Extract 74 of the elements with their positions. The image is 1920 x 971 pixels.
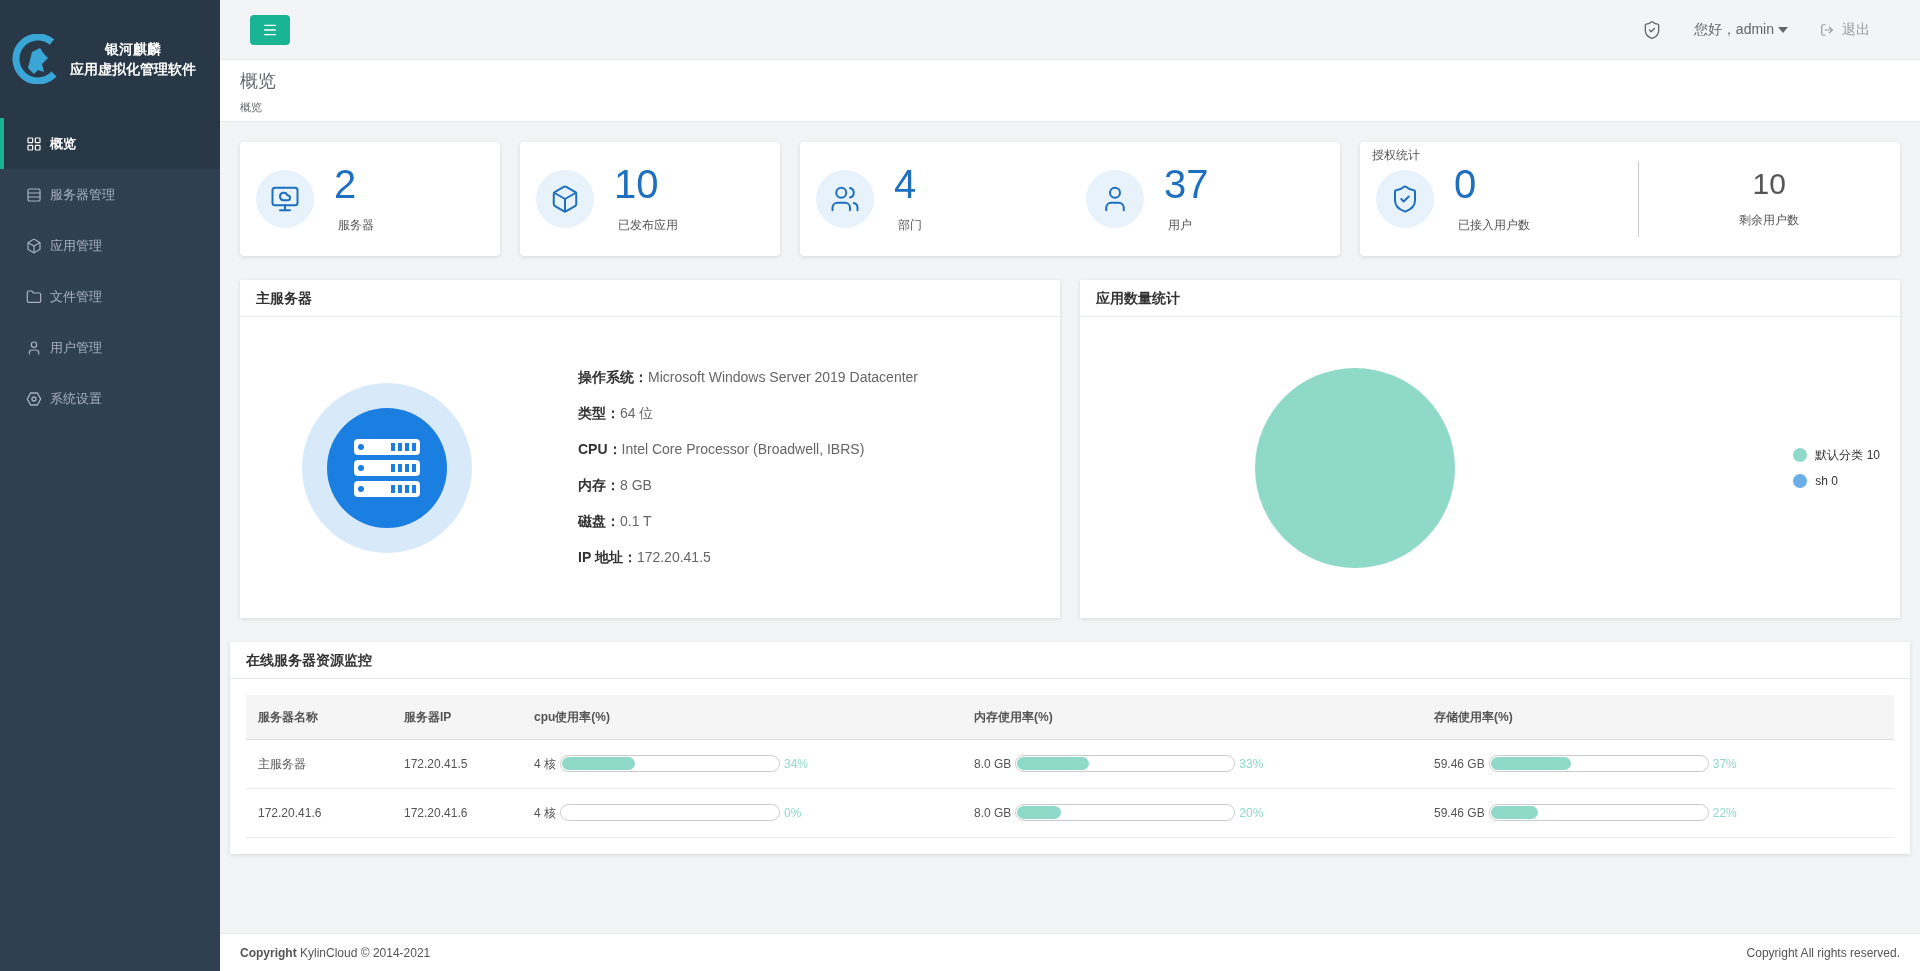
usage-amount: 4 核 bbox=[534, 755, 556, 773]
settings-icon bbox=[26, 390, 42, 407]
stat-label: 部门 bbox=[897, 217, 922, 234]
field-label: 类型： bbox=[578, 404, 620, 423]
sidebar-item[interactable]: 服务器管理 bbox=[0, 169, 220, 220]
stat-value: 2 bbox=[334, 164, 358, 204]
grid-icon bbox=[26, 135, 42, 152]
panel-title: 主服务器 bbox=[240, 280, 1060, 317]
stat-label: 剩余用户数 bbox=[1739, 212, 1800, 229]
column-header: 存储使用率(%) bbox=[1434, 709, 1513, 724]
field-label: IP 地址： bbox=[578, 548, 637, 567]
usage-amount: 4 核 bbox=[534, 804, 556, 822]
panel-title: 在线服务器资源监控 bbox=[230, 642, 1910, 679]
field-value: 172.20.41.5 bbox=[636, 548, 711, 567]
panel-title: 应用数量统计 bbox=[1080, 280, 1900, 317]
card-title: 授权统计 bbox=[1372, 147, 1420, 164]
sidebar-item[interactable]: 文件管理 bbox=[0, 271, 220, 322]
legend-label: sh 0 bbox=[1815, 472, 1838, 490]
field-value: Microsoft Windows Server 2019 Datacenter bbox=[648, 368, 918, 387]
table-cell: 主服务器 bbox=[258, 756, 306, 771]
server-list-icon bbox=[26, 186, 42, 203]
stat-value: 4 bbox=[894, 164, 918, 204]
stat-value: 10 bbox=[614, 164, 660, 204]
brand-subtitle: 应用虚拟化管理软件 bbox=[70, 60, 196, 79]
legend-label: 默认分类 10 bbox=[1815, 446, 1880, 464]
column-header: 服务器IP bbox=[404, 709, 452, 724]
rights-text: Copyright All rights reserved. bbox=[1746, 944, 1900, 962]
field-label: 磁盘： bbox=[578, 512, 620, 531]
stat-value: 0 bbox=[1454, 164, 1478, 204]
user-menu[interactable]: 您好，admin bbox=[1693, 19, 1788, 40]
sidebar-item[interactable]: 系统设置 bbox=[0, 373, 220, 424]
usage-percent: 0% bbox=[784, 804, 802, 822]
usage-amount: 8.0 GB bbox=[974, 804, 1012, 822]
field-label: 操作系统： bbox=[578, 368, 648, 387]
usage-percent: 22% bbox=[1712, 804, 1737, 822]
table-cell: 172.20.41.6 bbox=[404, 805, 468, 820]
table-cell: 172.20.41.5 bbox=[404, 756, 468, 771]
usage-amount: 8.0 GB bbox=[974, 755, 1012, 773]
copyright-text: Copyright KylinCloud © 2014-2021 bbox=[240, 944, 431, 962]
logout-link[interactable]: 退出 bbox=[1820, 19, 1870, 40]
column-header: cpu使用率(%) bbox=[534, 709, 610, 724]
usage-amount: 59.46 GB bbox=[1434, 804, 1485, 822]
table-cell: 172.20.41.6 bbox=[258, 805, 322, 820]
usage-percent: 33% bbox=[1239, 755, 1264, 773]
usage-percent: 20% bbox=[1239, 804, 1264, 822]
column-header: 内存使用率(%) bbox=[974, 709, 1053, 724]
brand-name: 银河麒麟 bbox=[105, 40, 161, 59]
cube-icon bbox=[26, 237, 42, 254]
field-label: CPU： bbox=[578, 440, 622, 459]
breadcrumb[interactable]: 概览 bbox=[240, 99, 1900, 116]
stat-label: 已发布应用 bbox=[617, 217, 678, 234]
user-icon bbox=[26, 339, 42, 356]
logout-icon bbox=[1820, 22, 1834, 37]
page-title: 概览 bbox=[240, 70, 277, 93]
stat-value: 10 bbox=[1752, 169, 1786, 199]
column-header: 服务器名称 bbox=[258, 709, 318, 724]
stat-label: 已接入用户数 bbox=[1457, 217, 1530, 234]
stat-label: 用户 bbox=[1167, 217, 1193, 234]
stat-value: 37 bbox=[1164, 164, 1209, 204]
field-value: 8 GB bbox=[620, 476, 652, 495]
folder-icon bbox=[26, 288, 42, 305]
sidebar-item[interactable]: 应用管理 bbox=[0, 220, 220, 271]
logo-icon bbox=[12, 34, 58, 84]
usage-percent: 37% bbox=[1712, 755, 1737, 773]
usage-amount: 59.46 GB bbox=[1434, 755, 1485, 773]
usage-percent: 34% bbox=[784, 755, 809, 773]
caret-icon bbox=[1778, 26, 1788, 33]
field-value: Intel Core Processor (Broadwell, IBRS) bbox=[621, 440, 865, 459]
field-value: 0.1 T bbox=[620, 512, 652, 531]
field-value: 64 位 bbox=[620, 404, 654, 423]
stat-label: 服务器 bbox=[337, 217, 374, 234]
sidebar-item[interactable]: 用户管理 bbox=[0, 322, 220, 373]
sidebar-item[interactable]: 概览 bbox=[0, 118, 220, 169]
field-label: 内存： bbox=[578, 476, 620, 495]
